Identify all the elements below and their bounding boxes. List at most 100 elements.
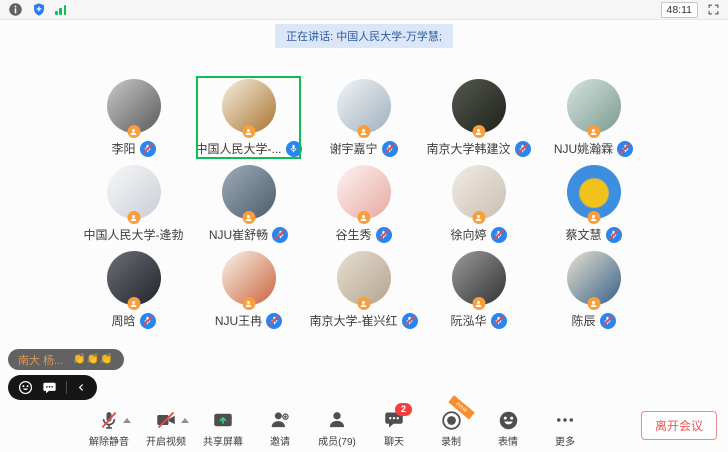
host-badge-icon	[127, 211, 140, 224]
fullscreen-icon[interactable]	[707, 3, 720, 16]
participant-name: 中国人民大学-...	[196, 140, 282, 157]
participant-tile[interactable]: 蔡文慧	[536, 162, 651, 248]
participant-tile[interactable]: 中国人民大学-...	[191, 76, 306, 162]
participant-tile[interactable]: 南京大学-崔兴红	[306, 248, 421, 334]
toolbar-button-label: 更多	[555, 433, 575, 448]
avatar	[337, 251, 391, 305]
participant-name: 阮泓华	[450, 312, 486, 329]
participant-tile[interactable]: NJU王冉	[191, 248, 306, 334]
host-badge-icon	[472, 211, 485, 224]
host-badge-icon	[242, 211, 255, 224]
participant-name: NJU姚瀚霖	[554, 140, 613, 157]
avatar	[222, 251, 276, 305]
participant-name: 周晗	[111, 312, 135, 329]
participant-name: 李阳	[111, 140, 135, 157]
chevron-up-icon[interactable]	[181, 418, 189, 423]
participant-name-row: 南京大学-崔兴红	[310, 312, 418, 329]
smiley-icon[interactable]	[18, 380, 33, 395]
avatar	[107, 251, 161, 305]
quick-reaction-bar	[8, 375, 97, 400]
participant-name-row: 周晗	[111, 312, 155, 329]
host-badge-icon	[587, 211, 600, 224]
host-badge-icon	[127, 297, 140, 310]
participant-tile[interactable]: 徐向婷	[421, 162, 536, 248]
participant-name-row: 阮泓华	[450, 312, 506, 329]
mic-muted-icon	[515, 141, 531, 157]
meeting-top-bar: 48:11	[0, 0, 728, 20]
participant-tile[interactable]: 中国人民大学-逄勃	[76, 162, 191, 248]
host-badge-icon	[472, 297, 485, 310]
network-signal-icon[interactable]	[55, 4, 66, 15]
meeting-info-icon[interactable]	[8, 2, 23, 17]
mic-muted-icon	[491, 313, 507, 329]
host-badge-icon	[357, 297, 370, 310]
toolbar-button-label: 解除静音	[89, 433, 129, 448]
avatar	[107, 165, 161, 219]
share-screen-button[interactable]: 共享屏幕	[202, 409, 244, 448]
participant-name-row: NJU王冉	[215, 312, 282, 329]
invite-button[interactable]: 邀请	[259, 409, 301, 448]
toolbar-button-label: 共享屏幕	[203, 433, 243, 448]
participant-name-row: 谷生秀	[335, 226, 391, 243]
toolbar-icon-slot: 2	[384, 409, 404, 431]
toolbar-icon-slot	[99, 409, 119, 431]
participant-tile[interactable]: 阮泓华	[421, 248, 536, 334]
avatar	[452, 165, 506, 219]
chevron-left-icon[interactable]	[76, 382, 87, 393]
mic-muted-icon	[617, 141, 633, 157]
reactions-button[interactable]: 表情	[487, 409, 529, 448]
toolbar-icon-slot	[327, 409, 347, 431]
participant-tile[interactable]: NJU崔舒畅	[191, 162, 306, 248]
chevron-up-icon[interactable]	[123, 418, 131, 423]
more-icon	[554, 410, 576, 430]
participant-name: 南京大学韩建汶	[426, 140, 510, 157]
mic-muted-icon	[402, 313, 418, 329]
participant-name: 南京大学-崔兴红	[310, 312, 398, 329]
message-bubble-icon[interactable]	[42, 381, 57, 395]
divider	[66, 381, 67, 394]
security-shield-icon[interactable]	[32, 2, 46, 17]
chat-unread-badge: 2	[395, 403, 412, 416]
participant-tile[interactable]: 谢宇嘉宁	[306, 76, 421, 162]
host-badge-icon	[587, 125, 600, 138]
participant-tile[interactable]: NJU姚瀚霖	[536, 76, 651, 162]
toolbar-icon-slot: new	[441, 409, 462, 431]
avatar	[567, 79, 621, 133]
mic-on-icon	[286, 141, 302, 157]
toolbar-icon-slot	[498, 409, 519, 431]
participant-name: 陈辰	[571, 312, 595, 329]
participant-name: 徐向婷	[450, 226, 486, 243]
meeting-timer: 48:11	[661, 2, 699, 18]
leave-meeting-button[interactable]: 离开会议	[641, 411, 717, 440]
host-badge-icon	[357, 211, 370, 224]
host-badge-icon	[357, 125, 370, 138]
avatar	[337, 165, 391, 219]
participant-tile[interactable]: 南京大学韩建汶	[421, 76, 536, 162]
members-button[interactable]: 成员(79)	[316, 409, 358, 448]
host-badge-icon	[127, 125, 140, 138]
reaction-toast: 南大 杨... 👏👏👏	[8, 349, 124, 370]
host-badge-icon	[472, 125, 485, 138]
share-screen-icon	[212, 410, 234, 430]
participant-name: 谷生秀	[335, 226, 371, 243]
toolbar-icon-slot	[212, 409, 234, 431]
participant-tile[interactable]: 陈辰	[536, 248, 651, 334]
mic-muted-icon	[272, 227, 288, 243]
participant-name-row: 中国人民大学-逄勃	[84, 226, 184, 243]
start-video-button[interactable]: 开启视频	[145, 409, 187, 448]
record-icon	[441, 410, 462, 431]
participant-tile[interactable]: 周晗	[76, 248, 191, 334]
participant-tile[interactable]: 谷生秀	[306, 162, 421, 248]
record-button[interactable]: new 录制	[430, 409, 472, 448]
mic-muted-icon	[140, 141, 156, 157]
participants-grid: 李阳 中国人民大学-... 谢宇嘉宁	[76, 76, 651, 334]
participant-tile[interactable]: 李阳	[76, 76, 191, 162]
toolbar-button-label: 录制	[441, 433, 461, 448]
chat-button[interactable]: 2 聊天	[373, 409, 415, 448]
emoji-icon	[498, 410, 519, 431]
more-button[interactable]: 更多	[544, 409, 586, 448]
avatar	[222, 79, 276, 133]
reaction-sender: 南大 杨...	[18, 352, 63, 368]
unmute-button[interactable]: 解除静音	[88, 409, 130, 448]
toolbar-icon-slot	[269, 409, 291, 431]
